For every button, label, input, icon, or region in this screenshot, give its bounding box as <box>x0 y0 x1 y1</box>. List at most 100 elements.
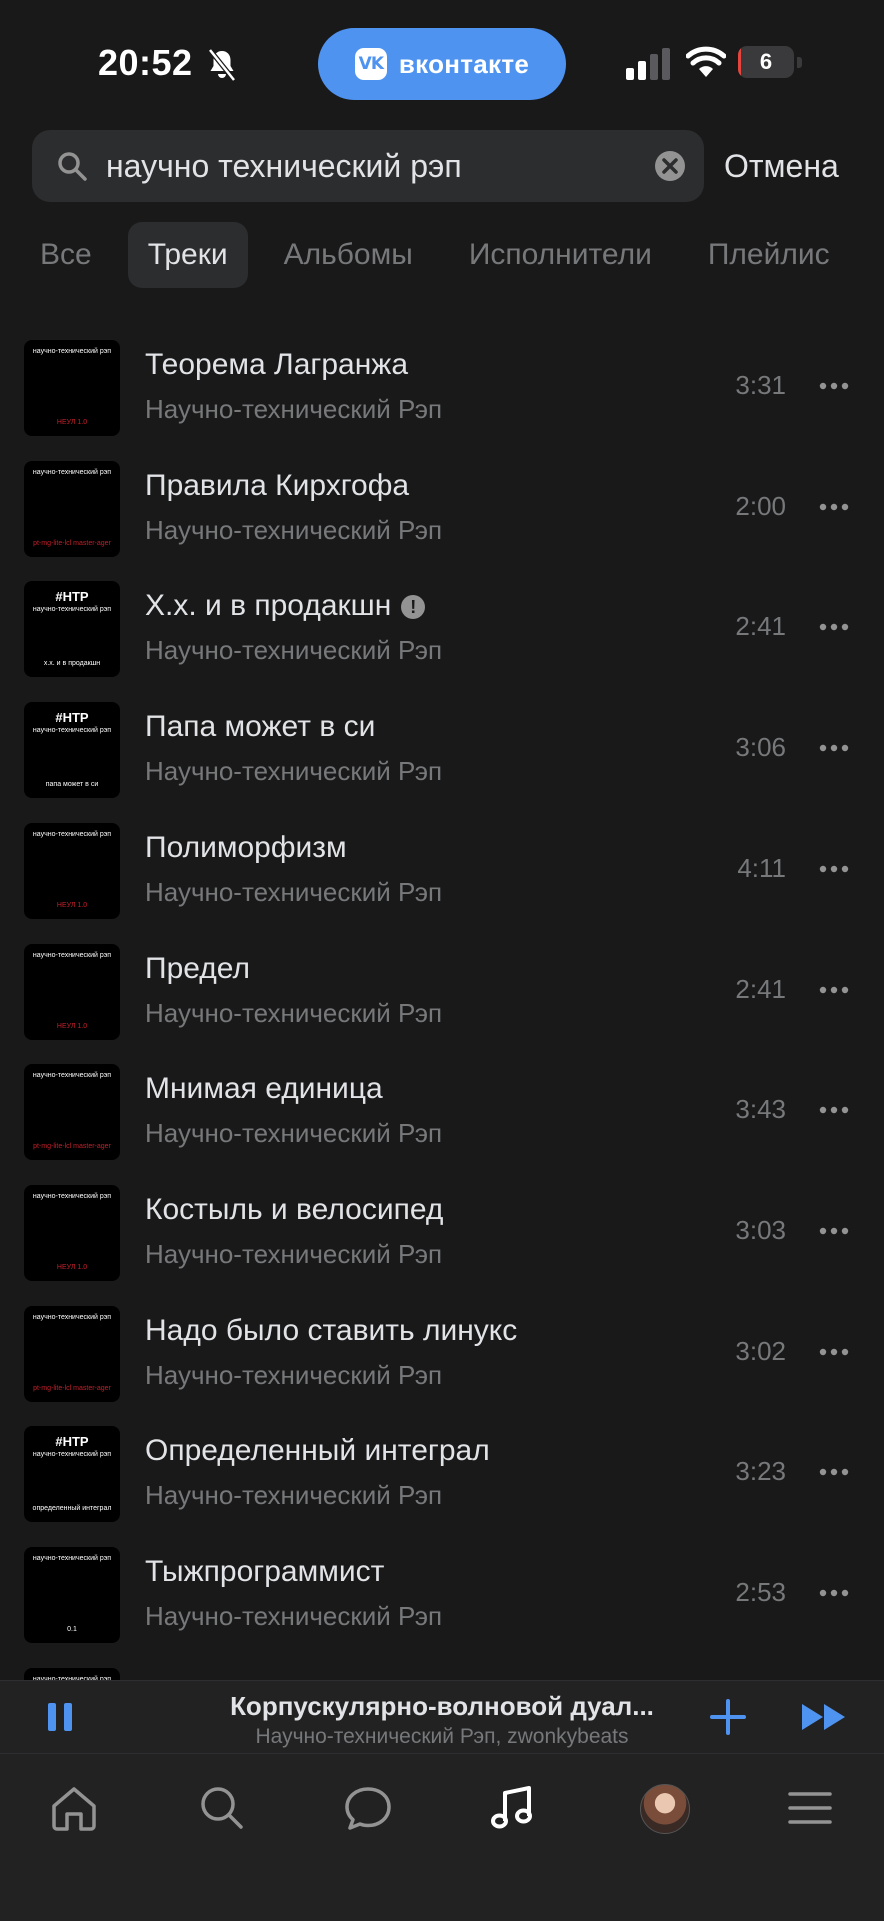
vk-app-pill[interactable]: VK вконтакте <box>318 28 566 100</box>
track-row[interactable]: научно-технический рэп НЕУЛ 1.0 Костыль и … <box>0 1183 884 1303</box>
cancel-button[interactable]: Отмена <box>724 130 839 202</box>
tab-3[interactable]: Исполнители <box>449 222 672 288</box>
track-artist: Научно-технический Рэп <box>145 635 443 665</box>
more-options-icon[interactable] <box>818 736 850 760</box>
track-artist: Научно-технический Рэп <box>145 998 443 1028</box>
track-title-wrap: Теорема Лагранжа <box>145 348 408 382</box>
nav-home[interactable] <box>46 1780 106 1836</box>
search-input[interactable]: научно технический рэп <box>106 130 462 202</box>
more-options-icon[interactable] <box>818 1219 850 1243</box>
track-title-wrap: Полиморфизм <box>145 831 347 865</box>
track-list: научно-технический рэп НЕУЛ 1.0 Теорема Ла… <box>0 338 884 1680</box>
track-title-wrap: Тыжпрограммист <box>145 1555 384 1589</box>
more-options-icon[interactable] <box>818 1098 850 1122</box>
track-title: Полиморфизм <box>145 831 347 864</box>
next-track-icon[interactable] <box>800 1701 848 1733</box>
avatar[interactable] <box>640 1784 690 1834</box>
track-cover: научно-технический рэп НЕУЛ 1.0 <box>24 823 120 919</box>
tab-2[interactable]: Альбомы <box>264 222 433 288</box>
track-cover: научно-технический рэп НЕУЛ 1.0 <box>24 1185 120 1281</box>
more-options-icon[interactable] <box>818 374 850 398</box>
cover-caption: научно-технический рэп <box>32 348 112 355</box>
track-title: Х.х. и в продакшн <box>145 589 392 622</box>
cover-subcaption: определенный интеграл <box>32 1505 112 1512</box>
vk-logo-icon: VK <box>354 48 387 80</box>
cover-tag: #НТР <box>55 589 89 604</box>
track-artist: Научно-технический Рэп <box>145 394 443 424</box>
track-title: Правила Кирхгофа <box>145 469 410 502</box>
search-field[interactable]: научно технический рэп <box>32 130 704 202</box>
track-title-wrap: Мнимая единица <box>145 1072 383 1106</box>
music-icon <box>491 1786 532 1829</box>
cover-caption: научно-технический рэп <box>32 1451 112 1458</box>
track-duration: 3:03 <box>735 1215 786 1245</box>
more-options-icon[interactable] <box>818 1581 850 1605</box>
cover-subcaption: НЕУЛ 1.0 <box>56 1264 88 1271</box>
tab-0[interactable]: Все <box>20 222 112 288</box>
track-cover: #НТР научно-технический рэп папа может в с… <box>24 702 120 798</box>
track-artist: Научно-технический Рэп <box>145 515 443 545</box>
filter-tabs: Все Треки Альбомы Исполнители Плейлис <box>20 222 866 288</box>
nav-messages[interactable] <box>340 1780 400 1836</box>
cover-caption: научно-технический рэп <box>32 727 112 734</box>
cover-caption: научно-технический рэп <box>32 606 112 613</box>
track-title: Мнимая единица <box>145 1072 383 1105</box>
more-options-icon[interactable] <box>818 978 850 1002</box>
battery-level: 6 <box>759 49 773 74</box>
mini-player[interactable]: Корпускулярно-волновой дуал... Научно-те… <box>0 1680 884 1753</box>
tab-4[interactable]: Плейлис <box>688 222 850 288</box>
bottom-nav <box>0 1753 884 1921</box>
track-row[interactable]: научно-технический рэп НЕУЛ 1.0 Полиморфиз… <box>0 821 884 941</box>
track-duration: 3:43 <box>735 1094 786 1124</box>
cover-subcaption: папа может в си <box>45 781 99 788</box>
more-options-icon[interactable] <box>818 615 850 639</box>
track-row[interactable]: научно-технический рэп pt-mg-lite-lcl mas… <box>0 1304 884 1424</box>
track-row[interactable]: научно-технический рэп pt-mg-lite-lcl mas… <box>0 459 884 579</box>
track-row[interactable]: научно-технический рэп НЕУЛ 1.0 Предел Науч… <box>0 942 884 1062</box>
bell-off-icon <box>208 48 236 82</box>
track-duration: 2:41 <box>735 974 786 1004</box>
now-playing-title: Корпускулярно-волновой дуал... <box>230 1691 654 1721</box>
nav-search[interactable] <box>194 1780 254 1836</box>
signal-icon <box>626 48 670 80</box>
track-row[interactable]: #НТР научно-технический рэп папа может в с… <box>0 700 884 820</box>
track-row[interactable]: научно-технический рэп pt-mg-lite-lcl mas… <box>0 1062 884 1182</box>
clear-search-icon[interactable] <box>652 148 688 184</box>
track-duration: 3:06 <box>735 732 786 762</box>
search-icon <box>58 152 87 181</box>
track-row[interactable]: научно-технический рэп <box>0 1666 884 1680</box>
cover-tag: #НТР <box>55 710 89 725</box>
now-playing-artist: Научно-технический Рэп, zwonkybeats <box>255 1725 629 1748</box>
battery-icon: 6 <box>738 46 804 78</box>
messages-icon <box>345 1787 391 1830</box>
more-options-icon[interactable] <box>818 1340 850 1364</box>
more-options-icon[interactable] <box>818 1460 850 1484</box>
track-title-wrap: Папа может в си <box>145 710 375 744</box>
info-icon[interactable]: ! <box>401 595 426 619</box>
tab-1[interactable]: Треки <box>127 222 248 288</box>
cover-subcaption: НЕУЛ 1.0 <box>56 1023 88 1030</box>
track-duration: 2:41 <box>735 611 786 641</box>
cover-subcaption: pt-mg-lite-lcl master-ager <box>33 1385 111 1392</box>
cover-subcaption: 0.1 <box>67 1626 77 1633</box>
track-duration: 2:00 <box>735 491 786 521</box>
more-options-icon[interactable] <box>818 495 850 519</box>
track-title-wrap: Надо было ставить линукс <box>145 1314 517 1348</box>
track-title: Костыль и велосипед <box>145 1193 444 1226</box>
cover-caption: научно-технический рэп <box>32 1193 112 1200</box>
track-artist: Научно-технический Рэп <box>145 756 443 786</box>
track-artist: Научно-технический Рэп <box>145 1480 443 1510</box>
track-row[interactable]: #НТР научно-технический рэп определенный и… <box>0 1424 884 1544</box>
wifi-icon <box>686 46 726 77</box>
track-duration: 3:31 <box>735 370 786 400</box>
add-icon[interactable] <box>708 1697 748 1737</box>
track-cover: #НТР научно-технический рэп определенный и… <box>24 1426 120 1522</box>
nav-music[interactable] <box>484 1780 544 1836</box>
track-duration: 2:53 <box>735 1577 786 1607</box>
track-row[interactable]: #НТР научно-технический рэп х.х. и в прода… <box>0 579 884 699</box>
track-row[interactable]: научно-технический рэп 0.1 Тыжпрограммист Н… <box>0 1545 884 1665</box>
track-title-wrap: Правила Кирхгофа <box>145 469 409 503</box>
nav-menu[interactable] <box>782 1780 842 1836</box>
track-row[interactable]: научно-технический рэп НЕУЛ 1.0 Теорема Ла… <box>0 338 884 458</box>
more-options-icon[interactable] <box>818 857 850 881</box>
